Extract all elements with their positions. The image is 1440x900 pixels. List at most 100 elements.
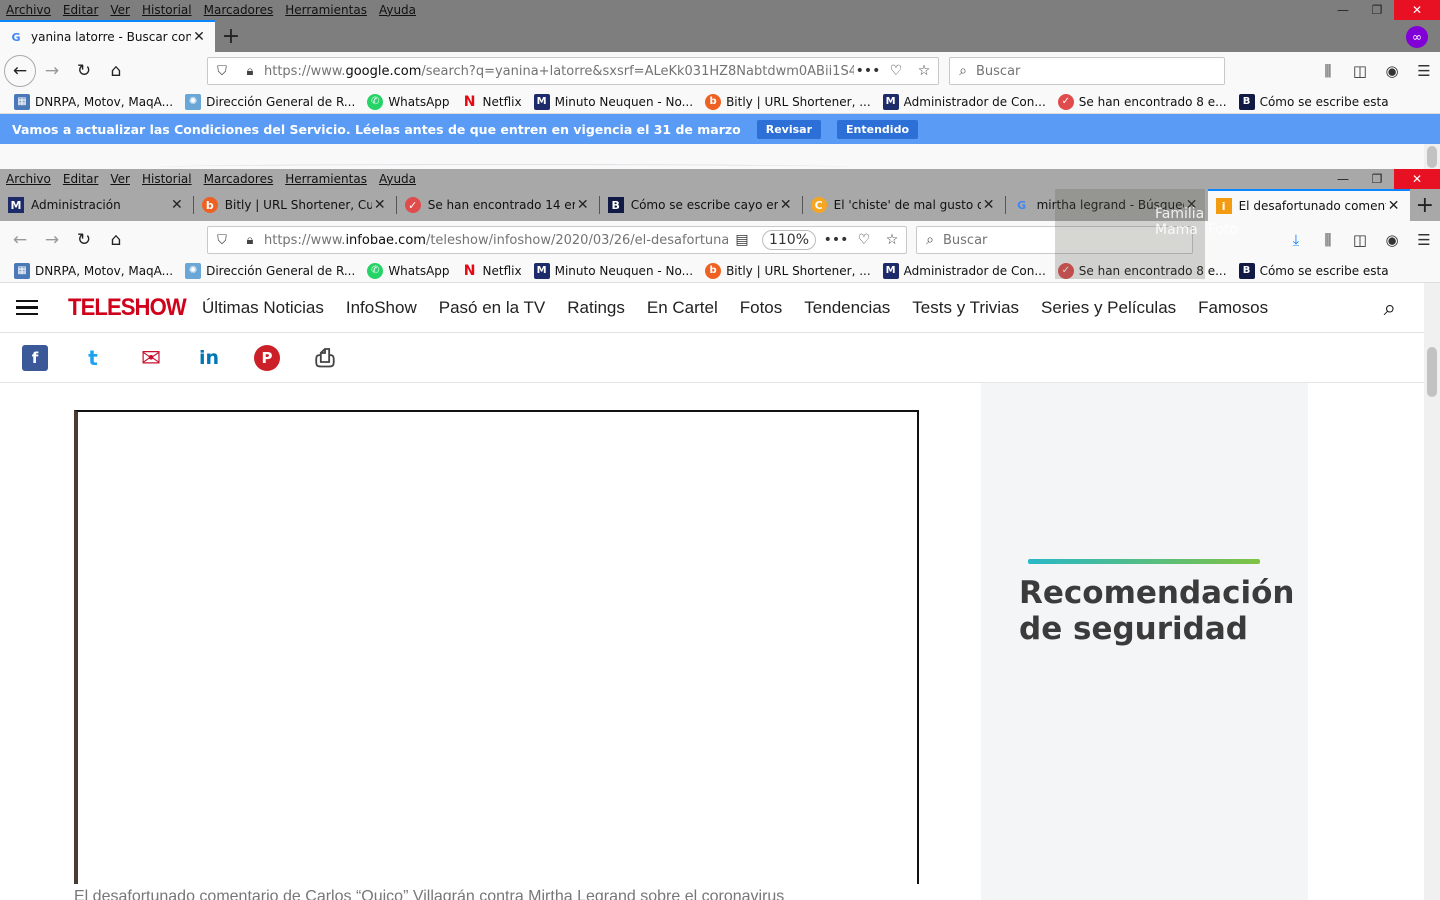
- facebook-icon[interactable]: f: [22, 344, 48, 371]
- bookmark-item[interactable]: ▦ DNRPA, Motov, MaqA...: [14, 262, 173, 279]
- tab-desafortunado-comentario[interactable]: i El desafortunado comentario ✕: [1207, 189, 1410, 221]
- site-search-icon[interactable]: ⌕: [1384, 296, 1396, 321]
- scrollbar-thumb[interactable]: [1427, 347, 1437, 397]
- restore-button[interactable]: ❐: [1360, 169, 1394, 189]
- linkedin-icon[interactable]: in: [196, 345, 222, 371]
- library-icon[interactable]: ⫼: [1312, 231, 1344, 249]
- teleshow-logo[interactable]: TELESHOW: [68, 294, 187, 322]
- nav-ultimas-noticias[interactable]: Últimas Noticias: [202, 298, 324, 318]
- download-icon[interactable]: ⤓: [1280, 231, 1312, 249]
- dismiss-button[interactable]: Entendido: [837, 119, 919, 139]
- minimize-button[interactable]: —: [1326, 169, 1360, 189]
- minimize-button[interactable]: —: [1326, 0, 1360, 20]
- sidebar-ad[interactable]: Recomendación de seguridad: [981, 383, 1308, 900]
- menu-marcadores[interactable]: Marcadores: [204, 3, 274, 17]
- bookmark-item[interactable]: b Bitly | URL Shortener, ...: [705, 262, 871, 279]
- print-icon[interactable]: ⎙: [312, 344, 338, 372]
- new-tab-button[interactable]: +: [1410, 189, 1440, 221]
- menu-historial[interactable]: Historial: [142, 172, 192, 186]
- nav-en-cartel[interactable]: En Cartel: [647, 298, 718, 318]
- menu-archivo[interactable]: Archivo: [6, 3, 51, 17]
- bookmark-item[interactable]: b Bitly | URL Shortener, ...: [705, 93, 871, 110]
- hamburger-menu-icon[interactable]: ☰: [1408, 62, 1440, 80]
- back-button[interactable]: ←: [4, 55, 36, 87]
- menu-editar[interactable]: Editar: [63, 172, 99, 186]
- tracking-shield-icon[interactable]: ⛉: [208, 64, 236, 79]
- page-actions-icon[interactable]: •••: [822, 232, 850, 248]
- tracking-shield-icon[interactable]: ⛉: [208, 233, 236, 248]
- search-bar[interactable]: ⌕ Buscar: [949, 57, 1225, 85]
- menu-archivo[interactable]: Archivo: [6, 172, 51, 186]
- bookmark-star-icon[interactable]: ☆: [878, 232, 906, 248]
- url-bar[interactable]: ⛉ 🔒︎ https://www.infobae.com/teleshow/in…: [207, 226, 907, 254]
- menu-editar[interactable]: Editar: [63, 3, 99, 17]
- home-button[interactable]: ⌂: [100, 55, 132, 87]
- site-menu-button[interactable]: [16, 296, 38, 320]
- account-icon[interactable]: ◉: [1376, 231, 1408, 249]
- restore-button[interactable]: ❐: [1360, 0, 1394, 20]
- reload-button[interactable]: ↻: [68, 224, 100, 256]
- url-text[interactable]: https://www.google.com/search?q=yanina+l…: [264, 64, 854, 79]
- close-window-button[interactable]: ✕: [1394, 169, 1440, 189]
- nav-ratings[interactable]: Ratings: [567, 298, 625, 318]
- email-icon[interactable]: ✉: [138, 344, 164, 372]
- nav-infoshow[interactable]: InfoShow: [346, 298, 417, 318]
- menu-herramientas[interactable]: Herramientas: [285, 172, 367, 186]
- bookmark-item[interactable]: M Administrador de Con...: [882, 93, 1046, 110]
- home-button[interactable]: ⌂: [100, 224, 132, 256]
- forward-button[interactable]: →: [36, 55, 68, 87]
- nav-series-y-peliculas[interactable]: Series y Películas: [1041, 298, 1176, 318]
- nav-fotos[interactable]: Fotos: [740, 298, 783, 318]
- pocket-icon[interactable]: ♡: [850, 232, 878, 248]
- sidebar-icon[interactable]: ◫: [1344, 231, 1376, 249]
- menu-ayuda[interactable]: Ayuda: [379, 3, 416, 17]
- tab-administracion[interactable]: M Administración ✕: [0, 189, 193, 221]
- review-button[interactable]: Revisar: [756, 119, 822, 139]
- bookmark-item[interactable]: N Netflix: [462, 263, 522, 279]
- bookmark-item[interactable]: ✺ Dirección General de R...: [185, 262, 355, 279]
- nav-tendencias[interactable]: Tendencias: [804, 298, 890, 318]
- nav-famosos[interactable]: Famosos: [1198, 298, 1268, 318]
- tab-errores[interactable]: ✓ Se han encontrado 14 errores ✕: [397, 189, 599, 221]
- url-text[interactable]: https://www.infobae.com/teleshow/infosho…: [264, 233, 728, 248]
- tab-close-icon[interactable]: ✕: [191, 29, 207, 45]
- tab-como-se-escribe[interactable]: B Cómo se escribe cayo en de ✕: [600, 189, 802, 221]
- menu-herramientas[interactable]: Herramientas: [285, 3, 367, 17]
- sidebar-icon[interactable]: ◫: [1344, 62, 1376, 80]
- tab-close-icon[interactable]: ✕: [1386, 198, 1402, 214]
- url-bar[interactable]: ⛉ 🔒︎ https://www.google.com/search?q=yan…: [207, 57, 939, 85]
- bookmark-item[interactable]: ▦ DNRPA, Motov, MaqA...: [14, 93, 173, 110]
- account-icon[interactable]: ◉: [1376, 62, 1408, 80]
- bookmark-item[interactable]: ✆ WhatsApp: [367, 93, 450, 110]
- bookmark-item[interactable]: M Administrador de Con...: [882, 262, 1046, 279]
- tab-bitly[interactable]: b Bitly | URL Shortener, Custom ✕: [194, 189, 396, 221]
- tab-close-icon[interactable]: ✕: [981, 197, 997, 213]
- bookmark-item[interactable]: ✆ WhatsApp: [367, 262, 450, 279]
- vertical-scrollbar[interactable]: [1424, 283, 1440, 900]
- tab-close-icon[interactable]: ✕: [778, 197, 794, 213]
- nav-tests-y-trivias[interactable]: Tests y Trivias: [912, 298, 1019, 318]
- page-actions-icon[interactable]: •••: [854, 63, 882, 79]
- pocket-icon[interactable]: ♡: [882, 63, 910, 79]
- bookmark-item[interactable]: M Minuto Neuquen - No...: [533, 93, 693, 110]
- menu-historial[interactable]: Historial: [142, 3, 192, 17]
- tab-google-search[interactable]: G yanina latorre - Buscar con Google ✕: [0, 20, 215, 52]
- lock-icon[interactable]: 🔒︎: [236, 64, 264, 79]
- new-tab-button[interactable]: +: [215, 20, 247, 52]
- close-window-button[interactable]: ✕: [1394, 0, 1440, 20]
- hamburger-menu-icon[interactable]: ☰: [1408, 231, 1440, 249]
- reload-button[interactable]: ↻: [68, 55, 100, 87]
- scrollbar-thumb[interactable]: [1427, 146, 1437, 168]
- bookmark-item[interactable]: B Cómo se escribe esta: [1238, 262, 1389, 279]
- article-video[interactable]: [74, 410, 919, 884]
- nav-paso-en-la-tv[interactable]: Pasó en la TV: [439, 298, 545, 318]
- reader-view-icon[interactable]: ▤: [728, 232, 756, 248]
- menu-ayuda[interactable]: Ayuda: [379, 172, 416, 186]
- bookmark-item[interactable]: ✓ Se han encontrado 8 e...: [1057, 93, 1227, 110]
- forward-button[interactable]: →: [36, 224, 68, 256]
- tab-chiste[interactable]: C El 'chiste' de mal gusto que ✕: [803, 189, 1005, 221]
- bookmark-item[interactable]: B Cómo se escribe esta: [1238, 93, 1389, 110]
- pinterest-icon[interactable]: P: [254, 344, 280, 371]
- bookmark-item[interactable]: N Netflix: [462, 94, 522, 110]
- tab-close-icon[interactable]: ✕: [169, 197, 185, 213]
